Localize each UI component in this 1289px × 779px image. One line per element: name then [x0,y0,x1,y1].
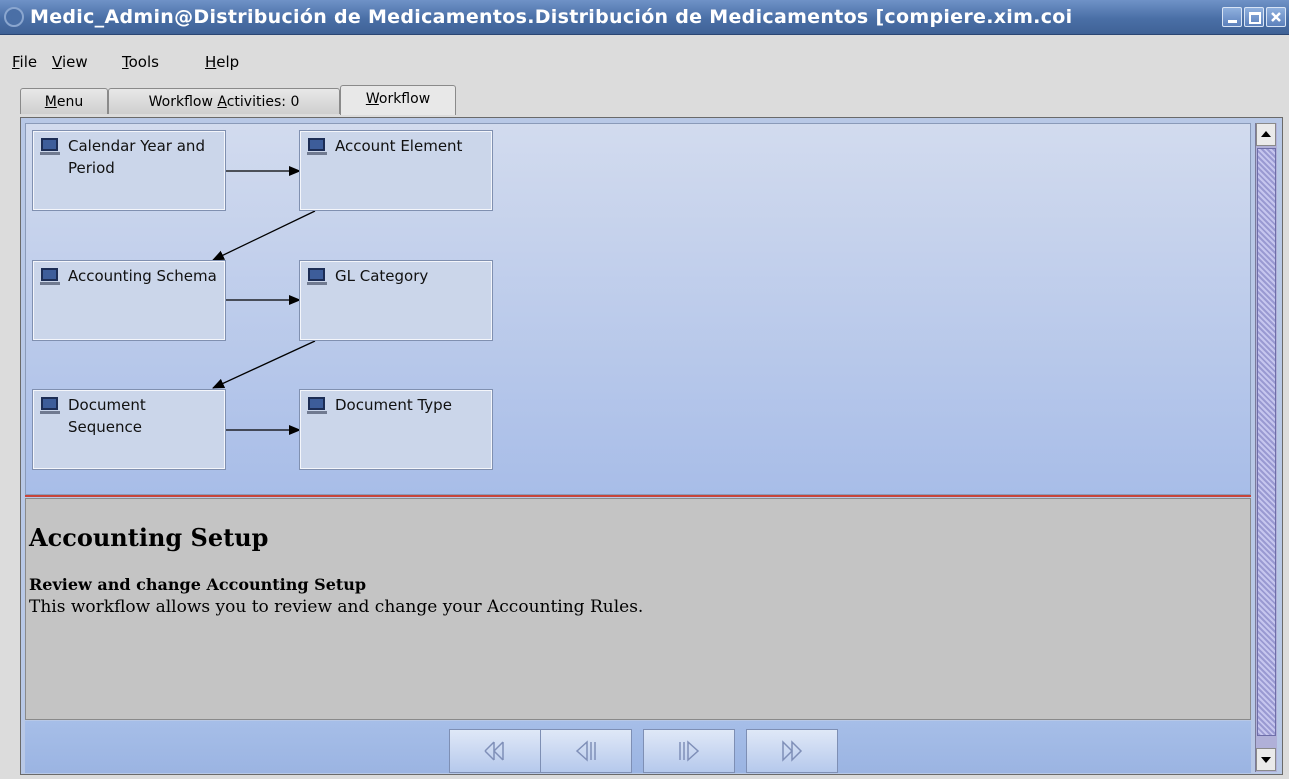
node-label: Account Element [335,137,463,155]
node-label: Calendar Year and Period [68,137,205,177]
description-pane: Accounting Setup Review and change Accou… [25,498,1251,720]
window-icon [307,397,327,415]
previous-button[interactable] [540,729,632,773]
menu-help[interactable]: Help [205,51,239,73]
next-icon [679,740,700,762]
close-icon [1271,12,1281,22]
menu-help-label: elp [216,53,240,71]
menu-view[interactable]: View [52,51,88,73]
window-icon [40,268,60,286]
tab-activities-label-pre: Workflow [148,94,218,110]
window-icon [40,397,60,415]
menu-file-label: ile [19,53,38,71]
menu-bar: File View Tools Help [0,49,1289,76]
app-icon [4,7,24,27]
scroll-up-button[interactable] [1256,123,1276,146]
workflow-node-document-type[interactable]: Document Type [299,389,493,470]
arrow-up-icon [1261,131,1271,137]
tab-workflow[interactable]: Workflow [340,85,456,115]
title-bar: Medic_Admin@Distribución de Medicamentos… [0,0,1289,35]
tab-activities-label: ctivities: 0 [226,94,300,110]
menu-view-mnemonic: V [52,53,62,71]
last-button[interactable] [746,729,838,773]
arrow-down-icon [1261,757,1271,763]
first-button[interactable] [449,729,541,773]
window-icon [307,268,327,286]
previous-icon [575,740,596,762]
first-icon [484,741,504,761]
minimize-button[interactable] [1222,7,1242,27]
workflow-graph: Calendar Year and Period Account Element… [25,123,1251,495]
scroll-down-button[interactable] [1256,748,1276,771]
window-title: Medic_Admin@Distribución de Medicamentos… [30,6,1073,28]
scrollbar-thumb[interactable] [1257,148,1276,736]
close-button[interactable] [1266,7,1286,27]
workflow-node-document-sequence[interactable]: Document Sequence [32,389,226,470]
connector-account-to-schema [212,210,316,261]
description-title: Accounting Setup [29,523,269,552]
tab-strip: Menu Workflow Activities: 0 Workflow [0,85,1289,118]
tab-workflow-mnemonic: W [365,91,379,107]
workflow-node-calendar[interactable]: Calendar Year and Period [32,130,226,211]
node-label: Document Type [335,396,452,414]
node-label: Document Sequence [68,396,146,436]
last-icon [782,740,803,762]
tab-workflow-label: orkflow [378,91,431,107]
menu-file-mnemonic: F [12,53,20,71]
maximize-button[interactable] [1244,7,1264,27]
menu-file[interactable]: File [12,51,37,73]
node-label: GL Category [335,267,429,285]
node-label: Accounting Schema [68,267,217,285]
menu-tools-mnemonic: T [122,53,129,71]
menu-help-mnemonic: H [205,53,217,71]
connector-gl-to-sequence [212,340,316,389]
tab-menu-label: enu [56,94,84,110]
next-button[interactable] [643,729,735,773]
workflow-node-gl-category[interactable]: GL Category [299,260,493,341]
window-icon [40,138,60,156]
tab-activities-mnemonic: A [217,94,227,110]
navigation-bar [25,721,1251,773]
description-text: This workflow allows you to review and c… [29,597,644,617]
menu-view-label: iew [61,53,88,71]
description-subtitle: Review and change Accounting Setup [29,575,367,594]
window-icon [307,138,327,156]
workflow-node-accounting-schema[interactable]: Accounting Schema [32,260,226,341]
menu-tools-label: ools [128,53,159,71]
pane-divider[interactable] [25,495,1251,497]
menu-tools[interactable]: Tools [122,51,159,73]
tab-workflow-activities[interactable]: Workflow Activities: 0 [108,88,340,114]
tab-menu[interactable]: Menu [20,88,108,114]
tab-menu-mnemonic: M [44,94,57,110]
workflow-node-account-element[interactable]: Account Element [299,130,493,211]
